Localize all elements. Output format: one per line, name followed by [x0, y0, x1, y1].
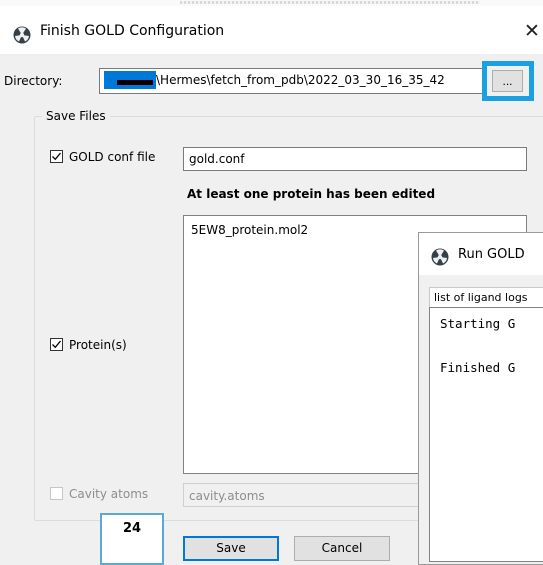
dialog-titlebar: Finish GOLD Configuration ✕ — [0, 6, 543, 54]
close-icon[interactable]: ✕ — [524, 20, 540, 42]
protein-edited-warning: At least one protein has been edited — [187, 187, 436, 201]
gold-conf-checkbox-label: GOLD conf file — [69, 150, 156, 164]
dialog-title: Finish GOLD Configuration — [40, 23, 225, 39]
tab-ligand-logs[interactable]: list of ligand logs — [429, 287, 543, 307]
run-gold-title: Run GOLD — [458, 247, 525, 262]
cancel-button[interactable]: Cancel — [294, 536, 390, 561]
directory-input[interactable]: \Hermes\fetch_from_pdb\2022_03_30_16_35_… — [99, 68, 485, 94]
proteins-checkbox[interactable] — [50, 338, 63, 351]
step-number-badge: 24 — [100, 513, 164, 565]
redacted-path-segment — [117, 80, 153, 85]
directory-label: Directory: — [4, 74, 63, 88]
gold-app-icon — [431, 248, 449, 266]
checkmark-icon — [52, 340, 62, 349]
directory-selection-highlight — [104, 71, 156, 89]
run-log-output[interactable]: Starting G Finished G — [429, 307, 543, 562]
save-button[interactable]: Save — [183, 536, 279, 561]
directory-path-text: \Hermes\fetch_from_pdb\2022_03_30_16_35_… — [156, 73, 445, 87]
log-line: Finished G — [440, 360, 516, 375]
cavity-atoms-checkbox-label: Cavity atoms — [69, 487, 149, 501]
checkmark-icon — [52, 152, 62, 161]
gold-conf-filename-input[interactable]: gold.conf — [183, 147, 527, 171]
save-files-group-title: Save Files — [42, 109, 110, 123]
browse-button[interactable]: ... — [492, 70, 523, 92]
gold-conf-checkbox[interactable] — [50, 150, 63, 163]
proteins-checkbox-label: Protein(s) — [69, 338, 127, 352]
log-line: Starting G — [440, 316, 516, 331]
gold-conf-filename-value: gold.conf — [189, 152, 245, 166]
cavity-atoms-filename-value: cavity.atoms — [189, 489, 265, 503]
gold-app-icon — [13, 26, 31, 44]
run-gold-window: Run GOLD list of ligand logs Starting G … — [418, 232, 543, 565]
cavity-atoms-checkbox[interactable] — [50, 487, 63, 500]
run-gold-titlebar: Run GOLD — [419, 233, 543, 275]
protein-file-item[interactable]: 5EW8_protein.mol2 — [191, 223, 308, 237]
